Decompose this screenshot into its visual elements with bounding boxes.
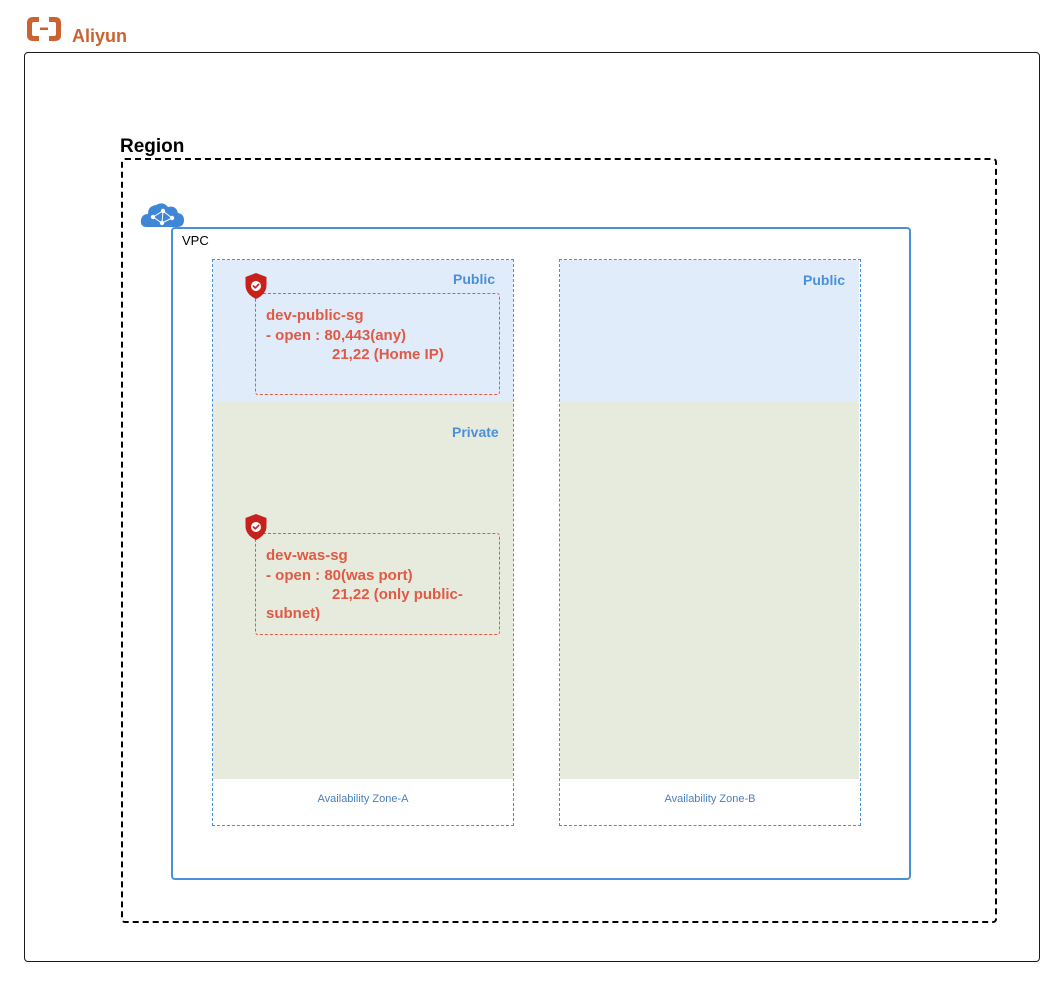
public-subnet-a-label: Public <box>453 271 496 287</box>
security-group-was-rule-2: 21,22 (only public- <box>332 586 463 603</box>
private-subnet-a-label: Private <box>452 424 499 440</box>
security-group-was-name: dev-was-sg <box>266 547 348 564</box>
security-group-was-rule-3: subnet) <box>266 605 321 622</box>
security-group-public-rule-1: - open : 80,443(any) <box>266 327 407 344</box>
shield-check-icon <box>244 272 268 300</box>
availability-zone-a-label: Availability Zone-A <box>317 793 409 805</box>
availability-zone-b <box>559 259 861 826</box>
brand-name: Aliyun <box>72 26 128 46</box>
security-group-public-name: dev-public-sg <box>266 307 364 324</box>
shield-check-icon <box>244 513 268 541</box>
region-title: Region <box>120 136 185 157</box>
security-group-was-rule-1: - open : 80(was port) <box>266 567 413 584</box>
vpc-label: VPC <box>182 233 209 248</box>
availability-zone-b-label: Availability Zone-B <box>664 793 756 805</box>
aliyun-logo-icon <box>24 14 64 44</box>
vpc-cloud-icon <box>139 197 185 231</box>
security-group-public-rule-2: 21,22 (Home IP) <box>332 346 444 363</box>
public-subnet-b-label: Public <box>803 272 846 288</box>
